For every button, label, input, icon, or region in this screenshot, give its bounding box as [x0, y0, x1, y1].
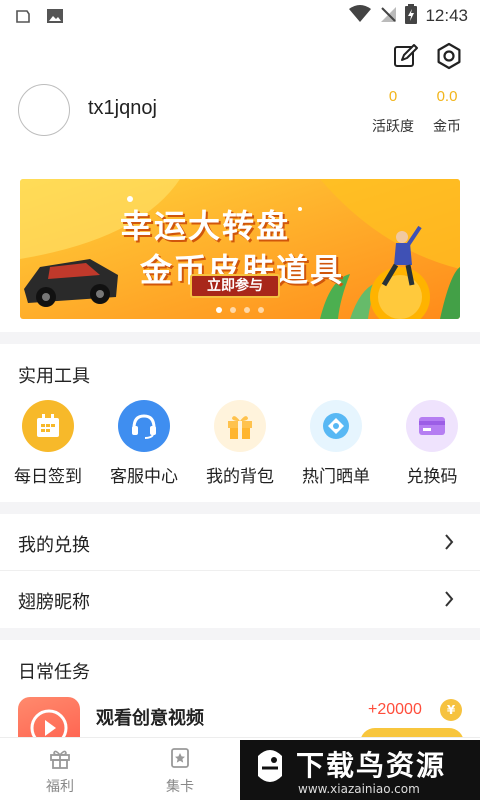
tool-my-backpack[interactable]: 我的背包 — [192, 400, 288, 487]
tool-customer-service[interactable]: 客服中心 — [96, 400, 192, 487]
chevron-right-icon — [444, 533, 454, 555]
my-exchange-row[interactable]: 我的兑换 — [0, 514, 480, 570]
tool-daily-checkin[interactable]: 每日签到 — [0, 400, 96, 487]
edit-icon[interactable] — [392, 42, 420, 70]
calendar-icon — [22, 400, 74, 452]
watermark-url: www.xiazainiao.com — [298, 782, 420, 796]
gift-icon — [50, 750, 70, 769]
tools-section-title: 实用工具 — [18, 366, 90, 387]
gift-icon — [214, 400, 266, 452]
diamond-icon — [310, 400, 362, 452]
activity-label: 活跃度 — [372, 119, 414, 135]
banner-dot[interactable] — [244, 307, 250, 313]
battery-icon — [405, 4, 418, 28]
tool-label: 热门晒单 — [302, 467, 370, 487]
activity-value: 0 — [388, 88, 398, 105]
banner-pagination — [20, 307, 460, 313]
wing-nickname-row[interactable]: 翅膀昵称 — [0, 571, 480, 627]
section-divider — [0, 628, 480, 640]
watermark-title: 下载鸟资源 — [296, 749, 447, 782]
task-reward: +20000 — [368, 701, 422, 718]
tool-label: 兑换码 — [406, 467, 458, 487]
settings-icon[interactable] — [435, 42, 463, 70]
tool-label: 客服中心 — [110, 467, 178, 487]
headset-icon — [118, 400, 170, 452]
banner-dot[interactable] — [230, 307, 236, 313]
task-title: 观看创意视频 — [96, 708, 204, 729]
section-divider — [0, 502, 480, 514]
coin-icon: ¥ — [440, 699, 462, 721]
notification-icon — [14, 7, 32, 29]
status-bar: 12:43 — [0, 0, 480, 32]
tools-grid: 每日签到 客服中心 我的背包 热门晒单 兑换码 — [0, 400, 480, 487]
tool-hot-showcase[interactable]: 热门晒单 — [288, 400, 384, 487]
tool-label: 我的背包 — [206, 467, 274, 487]
no-signal-icon — [379, 5, 397, 27]
row-label: 翅膀昵称 — [18, 592, 90, 613]
coin-value: 0.0 — [436, 88, 458, 105]
promo-banner[interactable]: 幸运大转盘 金币皮肤道具 立即参与 — [20, 179, 460, 319]
row-label: 我的兑换 — [18, 535, 90, 556]
section-divider — [0, 332, 480, 344]
banner-dot[interactable] — [216, 307, 222, 313]
username: tx1jqnoj — [88, 97, 157, 119]
wifi-icon — [349, 5, 372, 27]
avatar[interactable] — [18, 84, 70, 136]
nav-label: 福利 — [46, 779, 74, 795]
image-icon — [46, 7, 64, 29]
nav-tab-welfare[interactable]: 福利 — [0, 738, 120, 800]
card-icon — [406, 400, 458, 452]
tool-label: 每日签到 — [14, 467, 82, 487]
status-time: 12:43 — [425, 6, 468, 25]
nav-tab-cards[interactable]: 集卡 — [120, 738, 240, 800]
activity-stat[interactable]: 0 活跃度 — [368, 88, 418, 136]
coin-stat[interactable]: 0.0 金币 — [422, 88, 472, 136]
daily-tasks-title: 日常任务 — [18, 662, 90, 683]
nav-label: 集卡 — [166, 779, 194, 795]
watermark: 下载鸟资源 www.xiazainiao.com — [240, 740, 480, 800]
bird-logo-icon — [258, 750, 282, 782]
banner-cta-button[interactable]: 立即参与 — [190, 274, 280, 298]
star-card-icon — [171, 748, 189, 768]
tool-redeem-code[interactable]: 兑换码 — [384, 400, 480, 487]
banner-dot[interactable] — [258, 307, 264, 313]
coin-label: 金币 — [433, 119, 461, 135]
chevron-right-icon — [444, 590, 454, 612]
banner-title: 幸运大转盘 — [120, 207, 291, 245]
